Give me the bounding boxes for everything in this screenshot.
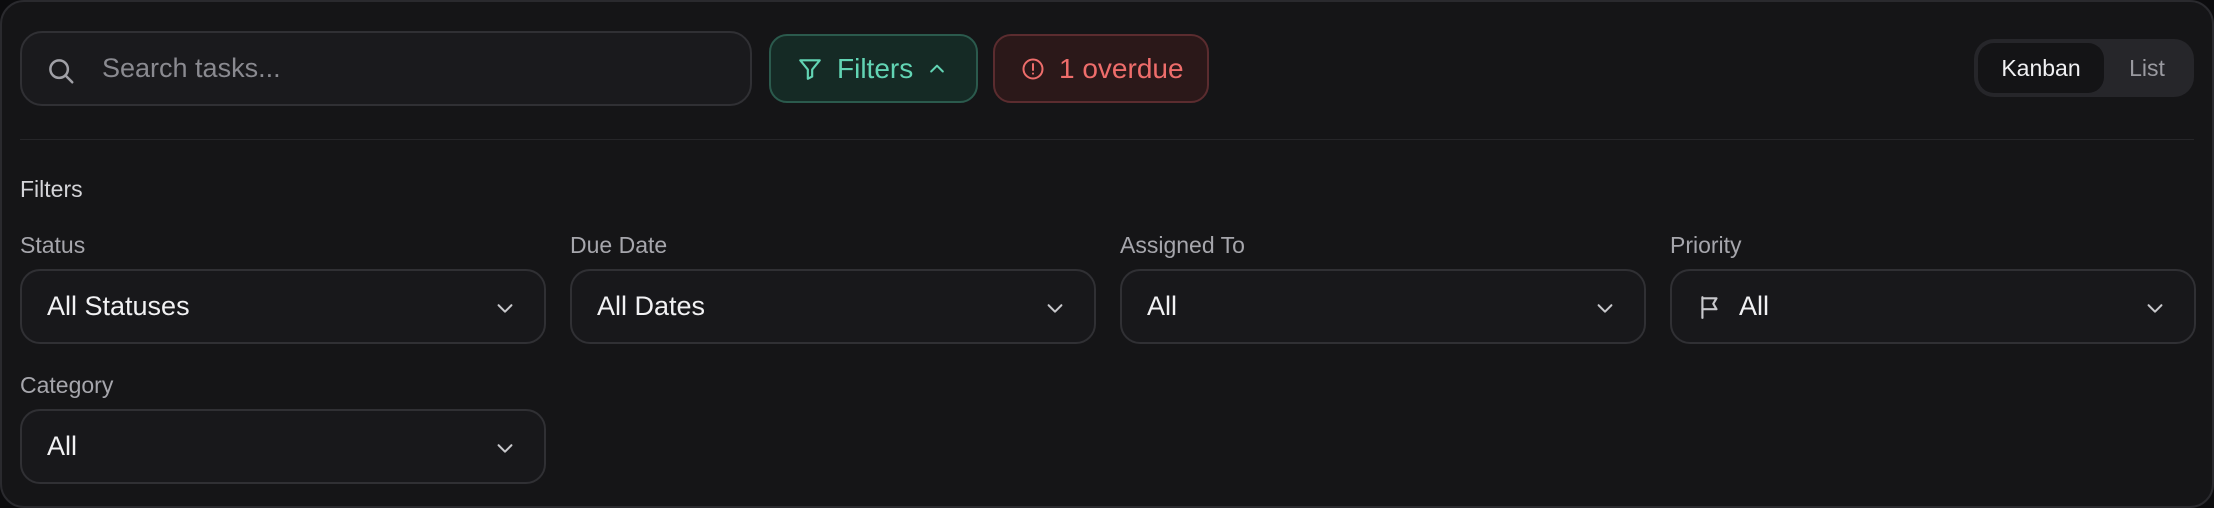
- priority-value: All: [1739, 291, 1770, 321]
- status-label: Status: [20, 232, 86, 258]
- chevron-up-icon: [930, 64, 945, 72]
- assigned-to-value: All: [1147, 291, 1178, 321]
- category-label: Category: [20, 372, 114, 398]
- overdue-badge-button[interactable]: 1 overdue: [993, 34, 1209, 103]
- alert-circle-icon: [1022, 58, 1044, 79]
- chevron-down-icon: [1047, 304, 1063, 313]
- due-date-value: All Dates: [597, 291, 706, 321]
- view-option-list[interactable]: List: [2104, 43, 2190, 93]
- view-toggle: Kanban List: [1974, 39, 2194, 97]
- overdue-label: 1 overdue: [1059, 52, 1184, 84]
- toolbar: Filters 1 overdue Kanban List: [20, 31, 2194, 106]
- chevron-down-icon: [497, 444, 513, 453]
- assigned-to-label: Assigned To: [1120, 232, 1245, 258]
- filters-toggle-button[interactable]: Filters: [769, 34, 978, 103]
- flag-icon: [1701, 295, 1718, 319]
- search-box[interactable]: [20, 31, 752, 106]
- status-select[interactable]: All Statuses: [20, 269, 546, 344]
- filter-funnel-icon: [799, 58, 821, 80]
- divider: [20, 139, 2194, 140]
- search-icon: [49, 59, 74, 84]
- category-value: All: [47, 431, 78, 461]
- priority-label: Priority: [1670, 232, 1742, 258]
- chevron-down-icon: [1597, 304, 1613, 313]
- task-filter-panel: Filters 1 overdue Kanban List Filters St…: [0, 0, 2214, 508]
- due-date-select[interactable]: All Dates: [570, 269, 1096, 344]
- search-input[interactable]: [102, 33, 732, 104]
- status-value: All Statuses: [47, 291, 190, 321]
- filters-section-title: Filters: [20, 176, 83, 202]
- chevron-down-icon: [2147, 304, 2163, 313]
- filters-button-label: Filters: [837, 52, 914, 84]
- chevron-down-icon: [497, 304, 513, 313]
- category-select[interactable]: All: [20, 409, 546, 484]
- view-option-kanban[interactable]: Kanban: [1978, 43, 2104, 93]
- assigned-to-select[interactable]: All: [1120, 269, 1646, 344]
- priority-select[interactable]: All: [1670, 269, 2196, 344]
- due-date-label: Due Date: [570, 232, 668, 258]
